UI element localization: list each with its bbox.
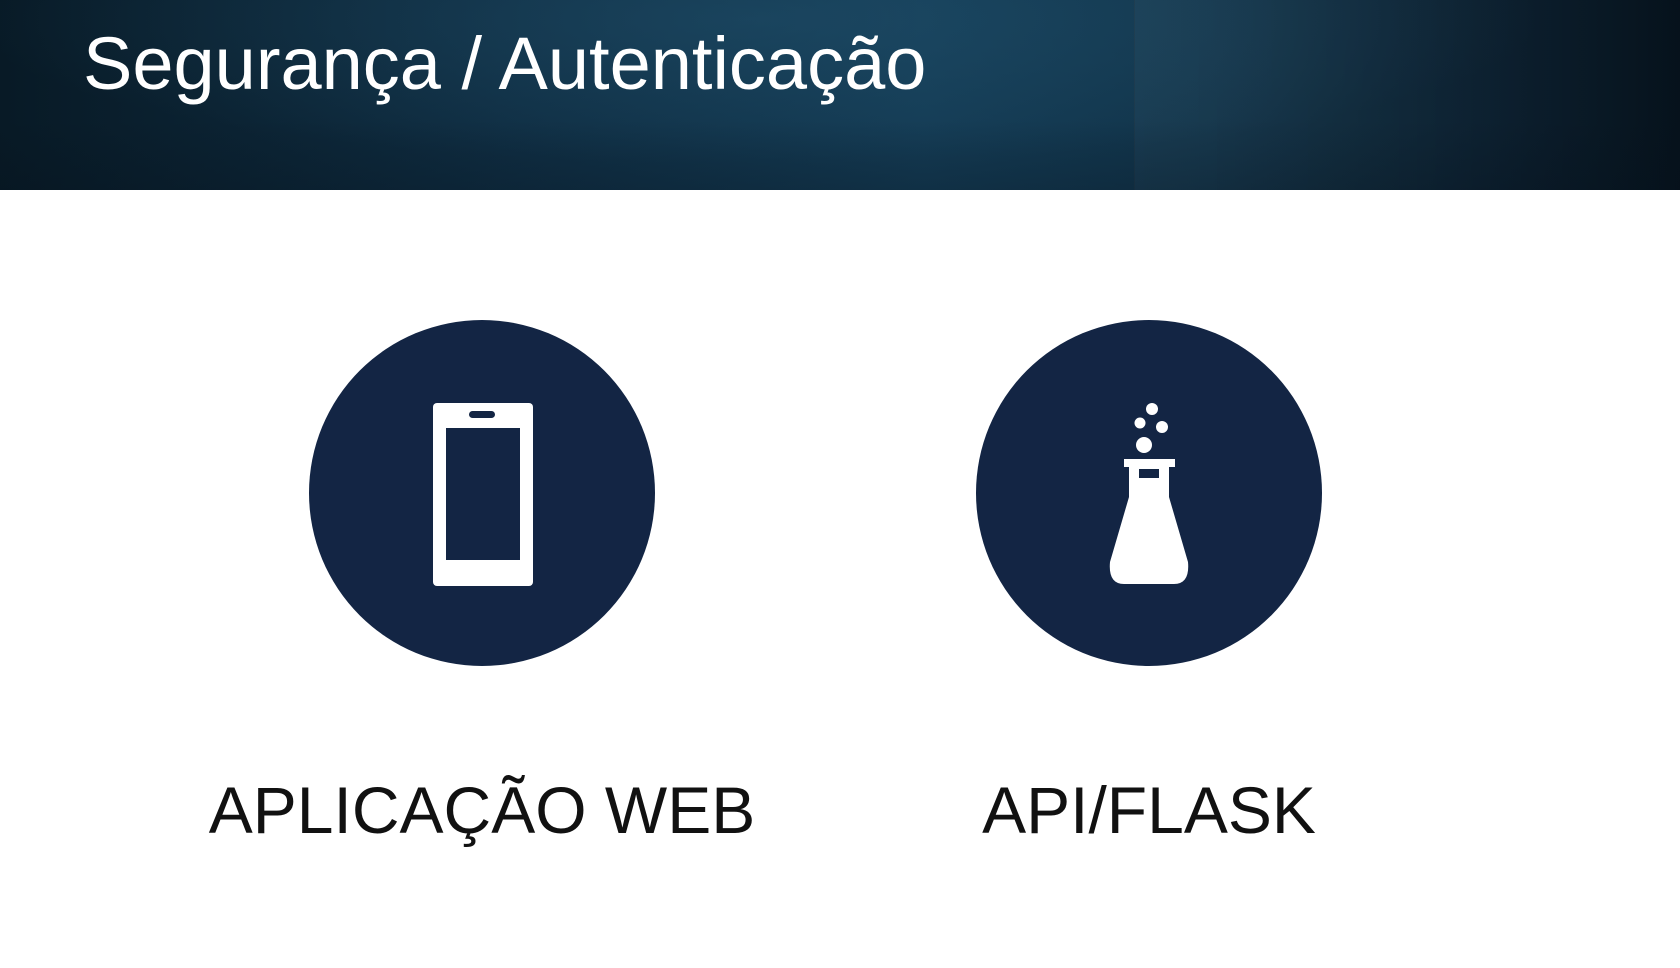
header-banner: Segurança / Autenticação xyxy=(0,0,1680,190)
slide-title: Segurança / Autenticação xyxy=(83,22,927,105)
icon-circle xyxy=(309,320,655,666)
mobile-phone-icon xyxy=(433,403,533,586)
item-api-flask: API/FLASK xyxy=(976,320,1322,847)
icon-circle xyxy=(976,320,1322,666)
header-panel xyxy=(1134,0,1680,190)
flask-icon xyxy=(1109,403,1189,584)
item-label: APLICAÇÃO WEB xyxy=(208,773,756,847)
item-web-application: APLICAÇÃO WEB xyxy=(209,320,755,847)
item-label: API/FLASK xyxy=(982,773,1316,847)
slide: Segurança / Autenticação APLICAÇÃO WEB A… xyxy=(0,0,1680,968)
